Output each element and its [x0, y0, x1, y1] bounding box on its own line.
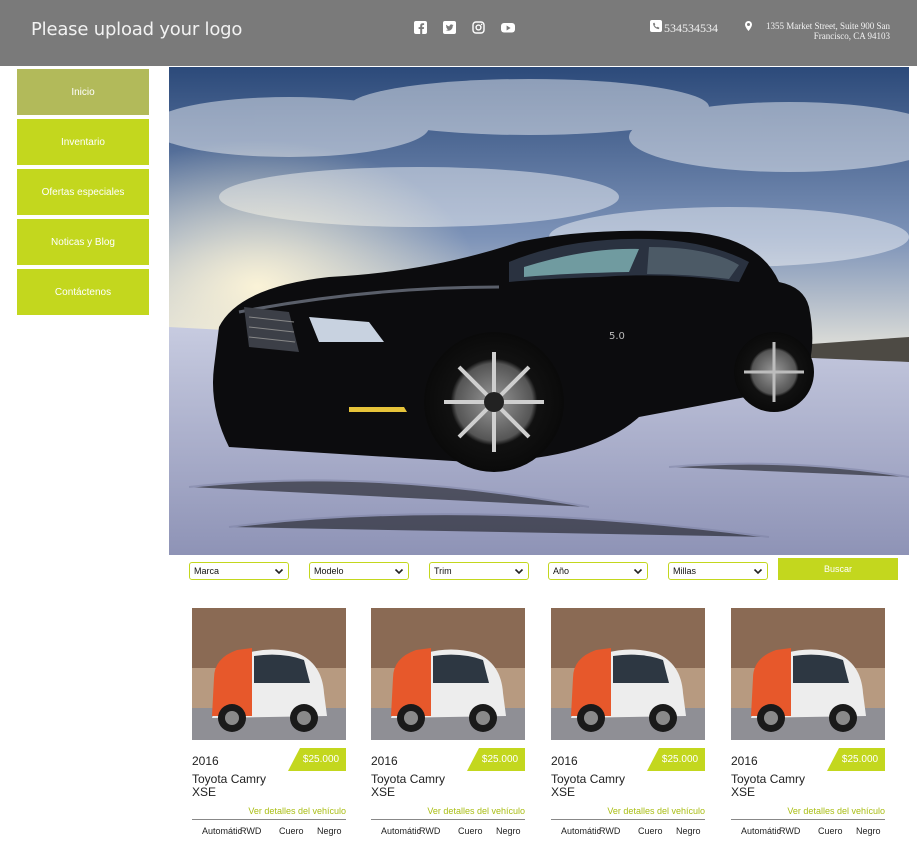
- address-line-2: Francisco, CA 94103: [813, 31, 890, 41]
- listing-year: 2016: [371, 754, 398, 768]
- listing-card[interactable]: 2016 $25.000: [731, 608, 885, 772]
- card-meta: 2016 $25.000: [551, 740, 705, 772]
- map-pin-icon: [745, 21, 752, 33]
- model-trim: XSE: [551, 785, 576, 799]
- price-badge: $25.000: [827, 748, 885, 771]
- chevron-down-icon: [753, 566, 763, 576]
- filter-modelo[interactable]: Modelo: [309, 562, 409, 580]
- view-details-link[interactable]: Ver detalles del vehículo: [551, 806, 705, 816]
- card-meta: 2016 $25.000: [192, 740, 346, 772]
- spec-color: Negro: [856, 826, 881, 836]
- site-header: Please upload your logo 534534534 1355 M…: [0, 0, 917, 66]
- spec-color: Negro: [496, 826, 521, 836]
- phone-number[interactable]: 534534534: [650, 20, 718, 36]
- sidebar-item-contactenos[interactable]: Contáctenos: [17, 269, 149, 315]
- filter-marca-value: Marca: [194, 566, 220, 576]
- phone-icon: [650, 20, 662, 36]
- sidebar-item-ofertas[interactable]: Ofertas especiales: [17, 169, 149, 215]
- card-meta: 2016 $25.000: [371, 740, 525, 772]
- hero-image: 5.0: [169, 67, 909, 555]
- chevron-down-icon: [514, 566, 524, 576]
- filter-ano-value: Año: [553, 566, 570, 576]
- chevron-down-icon: [394, 566, 404, 576]
- listing-card[interactable]: 2016 $25.000: [551, 608, 705, 772]
- card-divider: [731, 819, 885, 820]
- spec-drive: RWD: [419, 826, 441, 836]
- card-divider: [551, 819, 705, 820]
- spec-drive: RWD: [779, 826, 801, 836]
- chevron-down-icon: [633, 566, 643, 576]
- social-links: [414, 21, 515, 34]
- svg-text:5.0: 5.0: [609, 331, 625, 342]
- filter-ano[interactable]: Año: [548, 562, 648, 580]
- spec-interior: Cuero: [458, 826, 483, 836]
- facebook-icon[interactable]: [414, 21, 427, 34]
- spec-transmission: Automátic: [741, 826, 782, 836]
- filter-modelo-value: Modelo: [314, 566, 344, 576]
- car-thumbnail[interactable]: [551, 608, 705, 740]
- spec-color: Negro: [676, 826, 701, 836]
- sidebar-item-inicio[interactable]: Inicio: [17, 69, 149, 115]
- spec-transmission: Automátic: [561, 826, 602, 836]
- sidebar-item-noticias-blog[interactable]: Noticas y Blog: [17, 219, 149, 265]
- spec-interior: Cuero: [638, 826, 663, 836]
- listing-card[interactable]: 2016 $25.000: [192, 608, 346, 772]
- spec-drive: RWD: [240, 826, 262, 836]
- spec-transmission: Automátic: [202, 826, 243, 836]
- view-details-link[interactable]: Ver detalles del vehículo: [731, 806, 885, 816]
- card-divider: [192, 819, 346, 820]
- card-divider: [371, 819, 525, 820]
- spec-color: Negro: [317, 826, 342, 836]
- search-button[interactable]: Buscar: [778, 558, 898, 580]
- spec-interior: Cuero: [279, 826, 304, 836]
- car-thumbnail[interactable]: [371, 608, 525, 740]
- listing-model: Toyota Camry XSE: [551, 773, 625, 799]
- address-line-1: 1355 Market Street, Suite 900 San: [766, 21, 890, 31]
- model-trim: XSE: [371, 785, 396, 799]
- listing-year: 2016: [551, 754, 578, 768]
- logo-placeholder[interactable]: Please upload your logo: [31, 19, 242, 40]
- address: 1355 Market Street, Suite 900 San Franci…: [745, 21, 890, 41]
- listing-model: Toyota Camry XSE: [192, 773, 266, 799]
- price-badge: $25.000: [647, 748, 705, 771]
- filter-trim-value: Trim: [434, 566, 452, 576]
- listing-card[interactable]: 2016 $25.000: [371, 608, 525, 772]
- price-badge: $25.000: [467, 748, 525, 771]
- listing-model: Toyota Camry XSE: [731, 773, 805, 799]
- filter-millas-value: Millas: [673, 566, 697, 576]
- filter-marca[interactable]: Marca: [189, 562, 289, 580]
- spec-drive: RWD: [599, 826, 621, 836]
- card-meta: 2016 $25.000: [731, 740, 885, 772]
- listing-year: 2016: [192, 754, 219, 768]
- filter-millas[interactable]: Millas: [668, 562, 768, 580]
- price-badge: $25.000: [288, 748, 346, 771]
- chevron-down-icon: [274, 566, 284, 576]
- model-trim: XSE: [731, 785, 756, 799]
- listing-year: 2016: [731, 754, 758, 768]
- sidebar-item-inventario[interactable]: Inventario: [17, 119, 149, 165]
- instagram-icon[interactable]: [472, 21, 485, 34]
- sidebar-nav: Inicio Inventario Ofertas especiales Not…: [17, 69, 149, 319]
- phone-text: 534534534: [664, 20, 718, 35]
- view-details-link[interactable]: Ver detalles del vehículo: [192, 806, 346, 816]
- filter-trim[interactable]: Trim: [429, 562, 529, 580]
- listing-model: Toyota Camry XSE: [371, 773, 445, 799]
- spec-transmission: Automátic: [381, 826, 422, 836]
- car-thumbnail[interactable]: [731, 608, 885, 740]
- spec-interior: Cuero: [818, 826, 843, 836]
- youtube-icon[interactable]: [501, 21, 515, 34]
- twitter-icon[interactable]: [443, 21, 456, 34]
- model-trim: XSE: [192, 785, 217, 799]
- car-thumbnail[interactable]: [192, 608, 346, 740]
- view-details-link[interactable]: Ver detalles del vehículo: [371, 806, 525, 816]
